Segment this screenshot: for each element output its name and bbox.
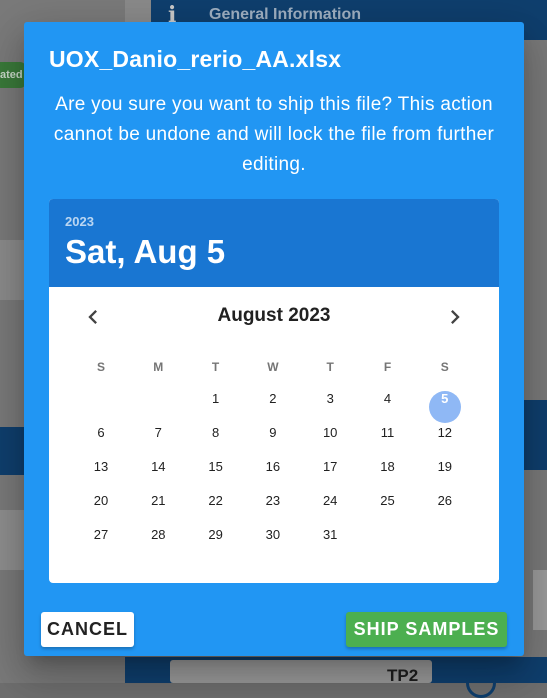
weekday-label: T (326, 360, 334, 374)
calendar-day[interactable]: 23 (257, 493, 289, 525)
date-picker-header: 2023 Sat, Aug 5 (49, 199, 499, 287)
calendar-day[interactable]: 25 (372, 493, 404, 525)
calendar-day[interactable]: 8 (200, 425, 232, 457)
calendar-day[interactable]: 26 (429, 493, 461, 525)
date-picker: 2023 Sat, Aug 5 August 2023 SMTWTFS 1234… (49, 199, 499, 583)
calendar-day[interactable]: 10 (314, 425, 346, 457)
selected-date: Sat, Aug 5 (65, 233, 226, 270)
next-month-button[interactable] (441, 303, 469, 331)
weekday-label: M (153, 360, 164, 374)
calendar-day[interactable]: 3 (314, 391, 346, 423)
chevron-right-icon (451, 310, 460, 324)
calendar-day[interactable]: 4 (372, 391, 404, 423)
calendar-day[interactable]: 1 (200, 391, 232, 423)
left-panel (0, 240, 24, 300)
calendar-day[interactable]: 27 (85, 527, 117, 559)
status-badge: ated (0, 62, 26, 88)
ship-file-dialog: UOX_Danio_rerio_AA.xlsx Are you sure you… (24, 22, 524, 656)
calendar-day[interactable]: 2 (257, 391, 289, 423)
calendar-day-selected[interactable]: 5 (428, 391, 461, 423)
left-card (0, 510, 24, 570)
dialog-message: Are you sure you want to ship this file?… (53, 94, 495, 175)
calendar-day[interactable]: 29 (200, 527, 232, 559)
calendar-day[interactable]: 19 (429, 459, 461, 491)
calendar-day[interactable]: 13 (85, 459, 117, 491)
calendar-day[interactable]: 21 (142, 493, 174, 525)
status-badge-label: ated (0, 69, 23, 81)
ship-samples-button[interactable]: SHIP SAMPLES (346, 612, 507, 647)
weekday-label: S (96, 360, 105, 374)
right-bar (523, 400, 547, 470)
calendar-day[interactable]: 17 (314, 459, 346, 491)
calendar-day[interactable]: 16 (257, 459, 289, 491)
circle-icon (466, 668, 496, 698)
calendar-day[interactable]: 14 (142, 459, 174, 491)
calendar-day[interactable]: 9 (257, 425, 289, 457)
calendar-day[interactable]: 24 (314, 493, 346, 525)
right-card (533, 570, 547, 630)
tp2-label: TP2 (387, 666, 419, 685)
month-label: August 2023 (217, 305, 331, 326)
calendar-day[interactable]: 6 (85, 425, 117, 457)
calendar-day[interactable]: 11 (372, 425, 404, 457)
dialog-title: UOX_Danio_rerio_AA.xlsx (49, 46, 342, 72)
weekday-label: S (440, 360, 449, 374)
calendar-day[interactable]: 12 (429, 425, 461, 457)
calendar-day[interactable]: 28 (142, 527, 174, 559)
calendar-day[interactable]: 20 (85, 493, 117, 525)
calendar-day[interactable]: 22 (200, 493, 232, 525)
selected-year[interactable]: 2023 (65, 214, 94, 229)
calendar-day[interactable]: 30 (257, 527, 289, 559)
weekday-label: T (211, 360, 220, 374)
weekday-label: F (383, 360, 392, 374)
left-bar (0, 427, 24, 475)
calendar-day[interactable]: 31 (314, 527, 346, 559)
calendar-day[interactable]: 15 (200, 459, 232, 491)
cancel-button[interactable]: CANCEL (41, 612, 134, 647)
calendar-day[interactable]: 7 (142, 425, 174, 457)
weekday-label: W (267, 360, 279, 374)
calendar-day[interactable]: 18 (372, 459, 404, 491)
left-panel-secondary (0, 325, 24, 395)
